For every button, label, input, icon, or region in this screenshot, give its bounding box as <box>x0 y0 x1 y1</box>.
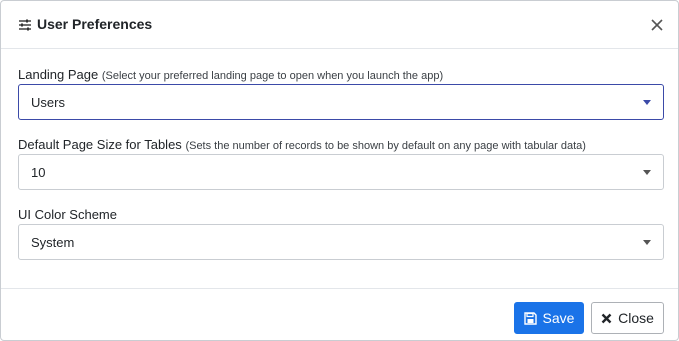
dialog-header: User Preferences <box>1 1 678 49</box>
page-size-hint: (Sets the number of records to be shown … <box>185 140 586 152</box>
save-button[interactable]: Save <box>514 302 584 334</box>
sliders-icon <box>19 19 31 31</box>
chevron-down-icon <box>643 100 651 105</box>
page-size-value: 10 <box>31 165 46 180</box>
close-button-label: Close <box>618 310 654 326</box>
close-icon[interactable] <box>649 17 665 33</box>
color-scheme-value: System <box>31 235 75 250</box>
save-button-label: Save <box>542 310 575 326</box>
color-scheme-select[interactable]: System <box>18 224 664 260</box>
landing-page-label-text: Landing Page <box>18 67 99 82</box>
floppy-disk-icon <box>523 311 537 325</box>
chevron-down-icon <box>643 240 651 245</box>
x-icon <box>601 313 612 323</box>
landing-page-select[interactable]: Users <box>18 84 664 120</box>
close-button[interactable]: Close <box>591 302 664 334</box>
user-preferences-dialog: User Preferences Landing Page (Select yo… <box>0 0 679 341</box>
chevron-down-icon <box>643 170 651 175</box>
color-scheme-label-text: UI Color Scheme <box>18 207 117 222</box>
page-size-label-text: Default Page Size for Tables <box>18 137 182 152</box>
landing-page-hint: (Select your preferred landing page to o… <box>101 70 444 82</box>
page-size-select[interactable]: 10 <box>18 154 664 190</box>
landing-page-value: Users <box>31 95 65 110</box>
footer-divider <box>1 288 678 289</box>
color-scheme-label: UI Color Scheme <box>18 207 117 222</box>
landing-page-label: Landing Page (Select your preferred land… <box>18 67 443 82</box>
dialog-title: User Preferences <box>37 16 153 32</box>
page-size-label: Default Page Size for Tables (Sets the n… <box>18 137 586 152</box>
